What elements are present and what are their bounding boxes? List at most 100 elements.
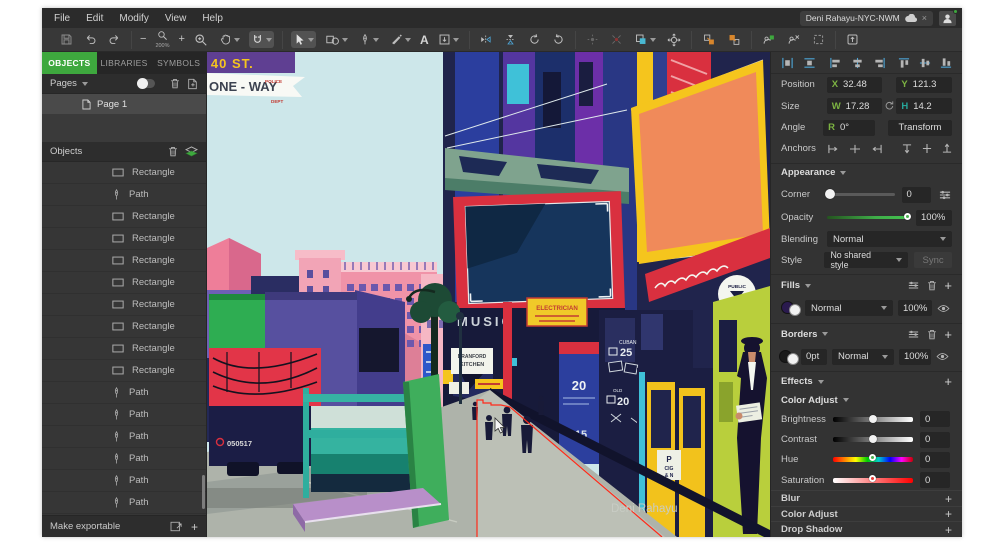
borders-add-icon[interactable]: + [944, 327, 952, 342]
object-row[interactable]: Rectangle [42, 250, 206, 272]
contrast-value[interactable]: 0 [920, 432, 950, 448]
angle-field[interactable]: R0° [823, 120, 875, 136]
blending-dropdown[interactable]: Normal [827, 231, 952, 247]
border-color-swatch[interactable] [779, 349, 801, 365]
align-top-icon[interactable] [898, 57, 910, 69]
object-row[interactable]: Rectangle [42, 316, 206, 338]
blur-shortcut[interactable]: Blur + [771, 490, 962, 506]
pointer-tool-icon[interactable] [291, 31, 316, 48]
color-adjust-header[interactable]: Color Adjust [771, 392, 962, 409]
borders-header[interactable]: Borders + [771, 324, 962, 345]
anchor-left-icon[interactable] [827, 144, 839, 154]
brightness-value[interactable]: 0 [920, 411, 950, 427]
flip-vertical-icon[interactable] [502, 31, 519, 48]
export-page-icon[interactable] [170, 521, 183, 532]
borders-options-icon[interactable] [907, 329, 920, 340]
menu-modify[interactable]: Modify [119, 13, 148, 24]
delete-object-icon[interactable] [168, 146, 178, 157]
size-h-field[interactable]: H14.2 [896, 98, 952, 114]
position-y-field[interactable]: Y121.3 [896, 77, 952, 93]
fill-color-swatch[interactable] [781, 300, 805, 316]
fill-visibility-icon[interactable] [937, 304, 950, 313]
delete-page-icon[interactable] [170, 78, 180, 89]
shape-tool-caret[interactable] [342, 38, 348, 42]
hand-tool-icon[interactable] [217, 31, 242, 48]
size-w-field[interactable]: W17.28 [827, 98, 883, 114]
hand-tool-caret[interactable] [234, 38, 240, 42]
blur-add-icon[interactable]: + [945, 492, 952, 506]
corner-slider[interactable] [826, 193, 895, 196]
object-row[interactable]: Rectangle [42, 294, 206, 316]
object-row[interactable]: Rectangle [42, 338, 206, 360]
zoom-out-icon[interactable]: − [140, 34, 146, 45]
transform-button[interactable]: Transform [888, 120, 952, 136]
effects-add-icon[interactable]: + [944, 374, 952, 389]
object-row[interactable]: Rectangle [42, 228, 206, 250]
fill-blend-dropdown[interactable]: Normal [805, 300, 893, 316]
transform-anchor-icon[interactable] [665, 31, 683, 49]
detach-symbol-icon[interactable] [785, 31, 803, 48]
brightness-slider[interactable] [833, 417, 913, 422]
export-icon[interactable] [844, 31, 861, 48]
page-item[interactable]: Page 1 [42, 94, 206, 114]
anchor-center-h-icon[interactable] [849, 144, 861, 154]
anchor-right-icon[interactable] [871, 144, 883, 154]
weld-tool-icon[interactable] [584, 31, 601, 48]
zoom-in-icon[interactable]: + [179, 34, 185, 45]
distribute-horizontal-icon[interactable] [781, 57, 794, 69]
color-adjust-shortcut[interactable]: Color Adjust + [771, 506, 962, 522]
appearance-header[interactable]: Appearance [771, 164, 962, 182]
distribute-vertical-icon[interactable] [803, 57, 816, 69]
effects-header[interactable]: Effects + [771, 372, 962, 391]
align-center-vertical-icon[interactable] [919, 57, 931, 69]
hue-value[interactable]: 0 [920, 452, 950, 468]
user-avatar[interactable] [939, 11, 956, 26]
fills-add-icon[interactable]: + [944, 278, 952, 293]
position-x-field[interactable]: X32.48 [827, 77, 883, 93]
saturation-value[interactable]: 0 [920, 472, 950, 488]
align-bottom-icon[interactable] [940, 57, 952, 69]
close-document-icon[interactable]: × [922, 13, 927, 23]
drop-shadow-add-icon[interactable]: + [945, 523, 952, 537]
corner-options-icon[interactable] [938, 189, 952, 201]
boolean-caret[interactable] [650, 38, 656, 42]
anchor-top-icon[interactable] [902, 143, 912, 154]
menu-view[interactable]: View [165, 13, 187, 24]
object-row[interactable]: Rectangle [42, 360, 206, 382]
menu-help[interactable]: Help [202, 13, 223, 24]
menu-edit[interactable]: Edit [86, 13, 103, 24]
document-tab[interactable]: Deni Rahayu-NYC-NWM × [800, 11, 933, 26]
pages-toggle[interactable] [137, 79, 155, 88]
object-row[interactable]: Path [42, 184, 206, 206]
tab-libraries[interactable]: LIBRARIES [97, 52, 152, 74]
fill-opacity-value[interactable]: 100% [898, 300, 932, 316]
align-center-horizontal-icon[interactable] [851, 57, 864, 69]
flip-horizontal-icon[interactable] [478, 31, 495, 48]
canvas-viewport[interactable]: MUSIC BRANFORD KITCHEN [207, 52, 770, 537]
zoom-tool-icon[interactable] [192, 31, 210, 49]
corner-value[interactable]: 0 [902, 187, 932, 203]
object-row[interactable]: Path [42, 404, 206, 426]
pen-tool-caret[interactable] [373, 38, 379, 42]
sync-button[interactable]: Sync [914, 252, 952, 268]
object-row[interactable]: Path [42, 382, 206, 404]
magnet-tool-caret[interactable] [266, 38, 272, 42]
unweld-tool-icon[interactable] [608, 31, 625, 48]
align-right-icon[interactable] [873, 57, 886, 69]
rotate-ccw-icon[interactable] [526, 31, 543, 48]
shape-tool-icon[interactable] [323, 31, 350, 48]
rotate-cw-icon[interactable] [550, 31, 567, 48]
zoom-level-indicator[interactable]: 200% [153, 28, 171, 52]
import-tool-caret[interactable] [453, 38, 459, 42]
pointer-tool-caret[interactable] [308, 38, 314, 42]
fills-options-icon[interactable] [907, 280, 920, 291]
boolean-union-icon[interactable] [632, 31, 658, 48]
fills-trash-icon[interactable] [927, 280, 937, 291]
hue-slider[interactable] [833, 457, 913, 462]
object-row[interactable]: Path [42, 470, 206, 492]
opacity-value[interactable]: 100% [916, 210, 952, 226]
fills-header[interactable]: Fills + [771, 275, 962, 296]
menu-file[interactable]: File [54, 13, 70, 24]
tab-symbols[interactable]: SYMBOLS [151, 52, 206, 74]
borders-trash-icon[interactable] [927, 329, 937, 340]
